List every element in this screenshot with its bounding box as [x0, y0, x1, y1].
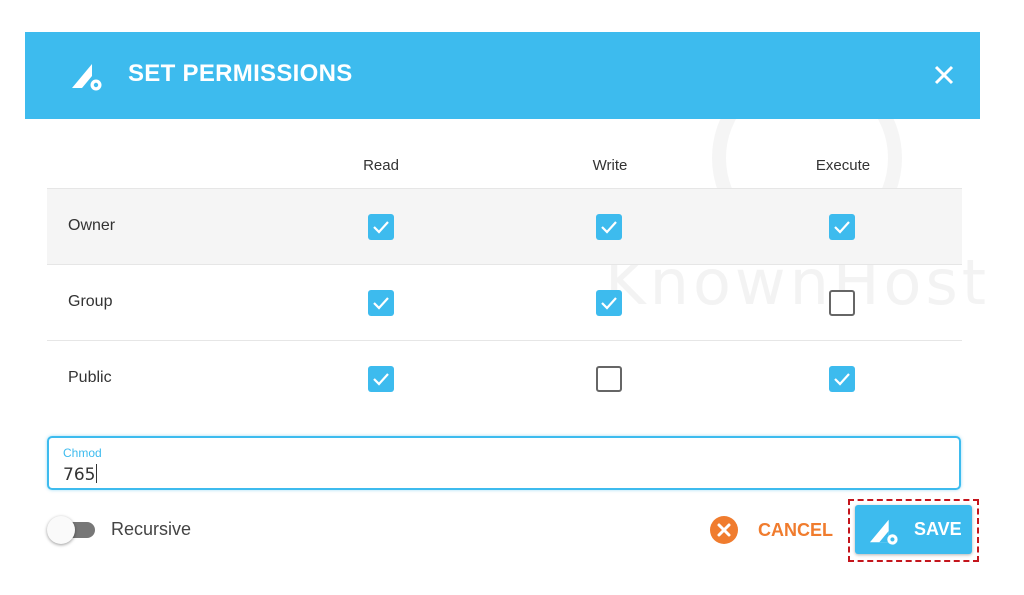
- dialog-header: SET PERMISSIONS: [25, 32, 980, 119]
- cancel-button[interactable]: CANCEL: [710, 512, 833, 548]
- public-execute-checkbox[interactable]: [829, 366, 855, 392]
- chmod-field[interactable]: Chmod 765: [47, 436, 961, 490]
- chmod-input[interactable]: 765: [63, 464, 98, 485]
- checkmark-icon: [373, 297, 389, 310]
- chmod-value: 765: [63, 465, 96, 485]
- public-write-checkbox[interactable]: [596, 366, 622, 392]
- group-execute-checkbox[interactable]: [829, 290, 855, 316]
- save-label: SAVE: [914, 519, 962, 539]
- owner-write-checkbox[interactable]: [596, 214, 622, 240]
- checkmark-icon: [834, 221, 850, 234]
- recursive-label: Recursive: [111, 519, 192, 539]
- save-button[interactable]: SAVE: [855, 505, 972, 554]
- public-read-checkbox[interactable]: [368, 366, 394, 392]
- recursive-toggle[interactable]: [47, 515, 97, 545]
- row-label: Group: [68, 293, 113, 310]
- checkmark-icon: [601, 221, 617, 234]
- checkmark-icon: [373, 373, 389, 386]
- owner-read-checkbox[interactable]: [368, 214, 394, 240]
- owner-execute-checkbox[interactable]: [829, 214, 855, 240]
- chmod-label: Chmod: [63, 446, 102, 460]
- column-header-execute: Execute: [815, 157, 871, 174]
- permission-row-public: Public: [47, 340, 962, 416]
- toggle-knob: [47, 516, 75, 544]
- permission-row-group: Group: [47, 264, 962, 340]
- group-write-checkbox[interactable]: [596, 290, 622, 316]
- checkmark-icon: [373, 221, 389, 234]
- group-read-checkbox[interactable]: [368, 290, 394, 316]
- column-header-write: Write: [592, 157, 628, 174]
- checkmark-icon: [834, 373, 850, 386]
- permission-row-owner: Owner: [47, 188, 962, 264]
- close-icon[interactable]: [930, 61, 958, 89]
- checkmark-icon: [601, 297, 617, 310]
- column-header-read: Read: [363, 157, 399, 174]
- cancel-label: CANCEL: [758, 519, 833, 540]
- app-logo-icon: [869, 519, 898, 545]
- row-label: Public: [68, 369, 112, 386]
- text-cursor: [96, 464, 98, 483]
- dialog-title: SET PERMISSIONS: [128, 60, 353, 87]
- cancel-circle-icon: [710, 516, 738, 544]
- app-logo-icon: [72, 64, 102, 91]
- row-label: Owner: [68, 217, 116, 234]
